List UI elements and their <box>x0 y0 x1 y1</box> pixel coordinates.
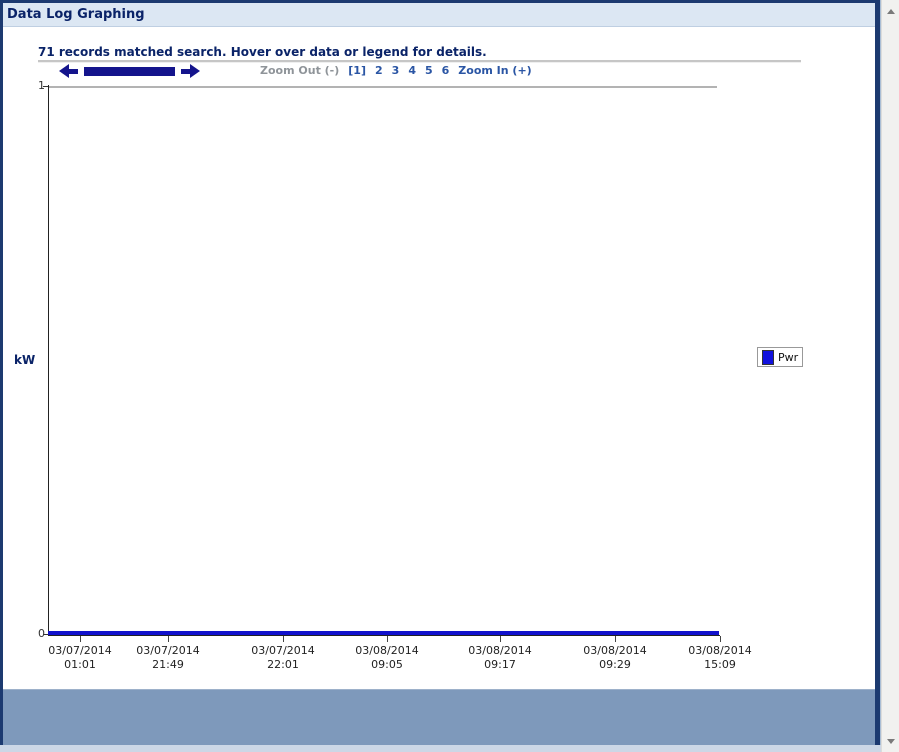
arrow-left-icon <box>59 64 69 78</box>
scroll-up-button[interactable] <box>882 3 899 19</box>
x-tick-time: 09:29 <box>570 658 660 672</box>
x-tick-label: 03/07/2014 01:01 <box>35 644 125 672</box>
x-tick-date: 03/08/2014 <box>455 644 545 658</box>
zoom-in-link[interactable]: Zoom In (+) <box>458 64 531 77</box>
x-tick-mark <box>168 636 169 642</box>
zoom-level-5[interactable]: 5 <box>425 64 433 77</box>
zoom-level-6[interactable]: 6 <box>442 64 450 77</box>
zoom-level-4[interactable]: 4 <box>408 64 416 77</box>
vertical-scrollbar[interactable] <box>881 0 899 752</box>
zoom-out-link[interactable]: Zoom Out (-) <box>260 64 339 77</box>
x-tick-time: 09:05 <box>342 658 432 672</box>
zoom-level-3[interactable]: 3 <box>392 64 400 77</box>
x-tick-mark <box>720 636 721 642</box>
window-border-bottom <box>0 745 881 752</box>
x-tick-label: 03/07/2014 21:49 <box>123 644 213 672</box>
records-status-text: 71 records matched search. Hover over da… <box>38 45 487 59</box>
x-axis-line <box>48 635 720 636</box>
x-tick-time: 01:01 <box>35 658 125 672</box>
zoom-level-1[interactable]: [1] <box>348 64 366 77</box>
main-content: 71 records matched search. Hover over da… <box>3 28 875 689</box>
zoom-level-2[interactable]: 2 <box>375 64 383 77</box>
legend-swatch-pwr <box>762 350 774 365</box>
x-tick-date: 03/08/2014 <box>675 644 765 658</box>
y-axis-line <box>48 85 49 636</box>
x-tick-date: 03/07/2014 <box>238 644 328 658</box>
x-tick-mark <box>615 636 616 642</box>
data-log-graphing-window: Data Log Graphing 71 records matched sea… <box>0 0 899 752</box>
pan-position-bar[interactable] <box>84 67 175 76</box>
x-tick-date: 03/07/2014 <box>35 644 125 658</box>
scroll-down-button[interactable] <box>882 733 899 749</box>
data-series-line[interactable] <box>48 631 719 635</box>
pan-left-button[interactable] <box>59 64 78 78</box>
arrow-right-icon <box>190 64 200 78</box>
pan-control <box>59 64 200 78</box>
x-tick-label: 03/07/2014 22:01 <box>238 644 328 672</box>
x-tick-label: 03/08/2014 09:17 <box>455 644 545 672</box>
x-tick-label: 03/08/2014 15:09 <box>675 644 765 672</box>
x-tick-date: 03/08/2014 <box>342 644 432 658</box>
pan-right-button[interactable] <box>181 64 200 78</box>
x-tick-date: 03/08/2014 <box>570 644 660 658</box>
x-tick-time: 21:49 <box>123 658 213 672</box>
legend-label: Pwr <box>778 351 798 364</box>
triangle-up-icon <box>887 9 895 14</box>
title-bar: Data Log Graphing <box>3 3 875 27</box>
arrow-right-tail <box>181 69 190 74</box>
x-tick-mark <box>80 636 81 642</box>
x-tick-label: 03/08/2014 09:05 <box>342 644 432 672</box>
separator-line <box>38 60 801 63</box>
y-axis-title: kW <box>14 353 35 367</box>
x-tick-time: 22:01 <box>238 658 328 672</box>
page-title: Data Log Graphing <box>3 3 875 26</box>
x-tick-label: 03/08/2014 09:29 <box>570 644 660 672</box>
x-tick-date: 03/07/2014 <box>123 644 213 658</box>
arrow-left-tail <box>69 69 78 74</box>
x-tick-time: 09:17 <box>455 658 545 672</box>
zoom-controls: Zoom Out (-) [1] 2 3 4 5 6 Zoom In (+) <box>260 64 532 77</box>
triangle-down-icon <box>887 739 895 744</box>
footer-bar <box>3 689 875 745</box>
gridline-top <box>48 86 717 88</box>
x-tick-mark <box>387 636 388 642</box>
x-tick-mark <box>283 636 284 642</box>
x-tick-mark <box>500 636 501 642</box>
legend[interactable]: Pwr <box>757 347 803 367</box>
x-tick-time: 15:09 <box>675 658 765 672</box>
